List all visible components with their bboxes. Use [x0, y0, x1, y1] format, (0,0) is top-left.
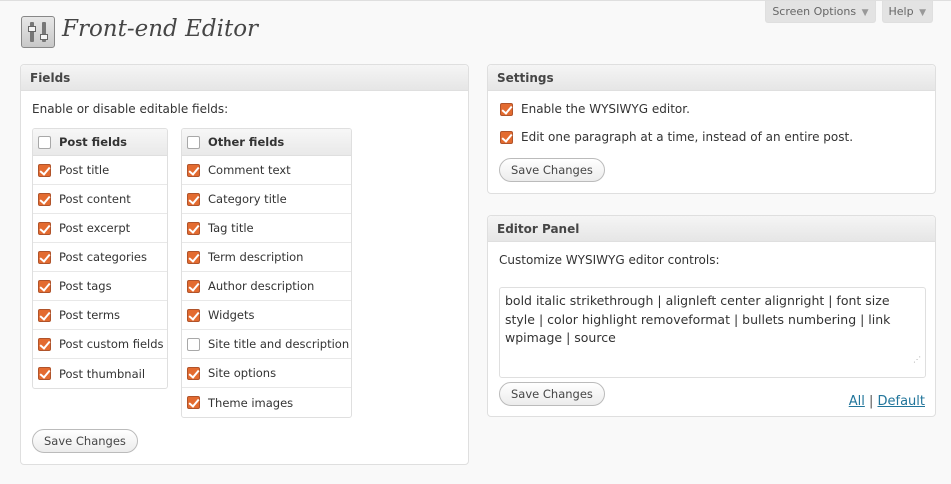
enable-wysiwyg-checkbox[interactable]: [500, 102, 513, 116]
field-label: Widgets: [208, 308, 255, 322]
links-separator: |: [868, 394, 874, 409]
all-link[interactable]: All: [849, 394, 865, 409]
settings-box: Settings Enable the WYSIWYG editor. Edit…: [487, 64, 936, 194]
post-fields-table: Post fields Post title Post content Post e…: [32, 128, 168, 389]
post-tags-checkbox[interactable]: [38, 279, 51, 293]
field-row-site-title-and-description[interactable]: Site title and description: [182, 330, 351, 359]
chevron-down-icon: ▼: [919, 8, 926, 18]
field-row-post-thumbnail[interactable]: Post thumbnail: [33, 359, 167, 388]
settings-sliders-icon: [21, 16, 55, 48]
other-fields-toggle-all-checkbox[interactable]: [187, 135, 200, 149]
theme-images-checkbox[interactable]: [187, 396, 200, 409]
chevron-down-icon: ▼: [861, 8, 869, 18]
editor-panel-intro: Customize WYSIWYG editor controls:: [499, 253, 720, 267]
field-row-post-excerpt[interactable]: Post excerpt: [33, 214, 167, 243]
field-row-post-title[interactable]: Post title: [33, 156, 167, 185]
setting-enable-wysiwyg[interactable]: Enable the WYSIWYG editor.: [500, 102, 690, 116]
field-label: Tag title: [208, 221, 254, 235]
author-description-checkbox[interactable]: [187, 279, 200, 293]
field-row-comment-text[interactable]: Comment text: [182, 156, 351, 185]
category-title-checkbox[interactable]: [187, 192, 200, 206]
fields-box-title: Fields: [21, 65, 468, 91]
post-thumbnail-checkbox[interactable]: [38, 367, 51, 380]
post-content-checkbox[interactable]: [38, 192, 51, 206]
screen-options-tab[interactable]: Screen Options ▼: [765, 1, 876, 23]
preset-links: All | Default: [849, 394, 925, 409]
field-label: Post content: [59, 192, 131, 206]
fields-intro: Enable or disable editable fields:: [32, 102, 229, 116]
field-label: Post custom fields: [59, 337, 164, 351]
field-label: Comment text: [208, 163, 291, 177]
other-fields-table: Other fields Comment text Category title T…: [181, 128, 352, 418]
help-tab[interactable]: Help ▼: [881, 1, 933, 23]
post-categories-checkbox[interactable]: [38, 250, 51, 264]
field-label: Post excerpt: [59, 221, 131, 235]
field-label: Post categories: [59, 250, 147, 264]
setting-edit-one-paragraph[interactable]: Edit one paragraph at a time, instead of…: [500, 130, 853, 144]
field-label: Author description: [208, 279, 315, 293]
site-title-and-description-checkbox[interactable]: [187, 337, 200, 351]
post-custom-fields-checkbox[interactable]: [38, 337, 51, 351]
other-fields-header: Other fields: [182, 129, 351, 156]
field-row-site-options[interactable]: Site options: [182, 359, 351, 388]
field-row-category-title[interactable]: Category title: [182, 185, 351, 214]
editor-panel-title: Editor Panel: [488, 216, 935, 242]
field-row-post-custom-fields[interactable]: Post custom fields: [33, 330, 167, 359]
field-label: Post thumbnail: [59, 366, 146, 381]
editor-panel-box: Editor Panel Customize WYSIWYG editor co…: [487, 215, 936, 417]
screen-options-label: Screen Options: [772, 5, 857, 18]
edit-one-paragraph-checkbox[interactable]: [500, 130, 513, 144]
edit-one-paragraph-label: Edit one paragraph at a time, instead of…: [521, 130, 854, 144]
fields-save-button[interactable]: Save Changes: [32, 429, 138, 453]
field-row-author-description[interactable]: Author description: [182, 272, 351, 301]
field-row-post-terms[interactable]: Post terms: [33, 301, 167, 330]
post-excerpt-checkbox[interactable]: [38, 221, 51, 235]
field-label: Site options: [208, 366, 277, 380]
help-label: Help: [888, 5, 914, 18]
field-row-widgets[interactable]: Widgets: [182, 301, 351, 330]
field-label: Post title: [59, 163, 110, 177]
field-row-post-categories[interactable]: Post categories: [33, 243, 167, 272]
field-label: Term description: [208, 250, 304, 264]
comment-text-checkbox[interactable]: [187, 163, 200, 177]
field-label: Site title and description: [208, 337, 350, 351]
field-row-tag-title[interactable]: Tag title: [182, 214, 351, 243]
page-title: Front-end Editor: [62, 16, 259, 42]
editor-panel-save-button[interactable]: Save Changes: [499, 382, 605, 406]
field-row-term-description[interactable]: Term description: [182, 243, 351, 272]
editor-controls-textarea[interactable]: bold italic strikethrough | alignleft ce…: [499, 287, 926, 378]
default-link[interactable]: Default: [878, 394, 926, 409]
tag-title-checkbox[interactable]: [187, 221, 200, 235]
other-fields-header-label: Other fields: [208, 135, 285, 149]
settings-box-title: Settings: [488, 65, 935, 91]
post-terms-checkbox[interactable]: [38, 308, 51, 322]
post-fields-toggle-all-checkbox[interactable]: [38, 135, 51, 149]
field-row-theme-images[interactable]: Theme images: [182, 388, 351, 417]
term-description-checkbox[interactable]: [187, 250, 200, 264]
post-fields-header-label: Post fields: [59, 135, 128, 149]
post-fields-header: Post fields: [33, 129, 167, 156]
screen-meta-links: Screen Options ▼ Help ▼: [765, 1, 933, 23]
enable-wysiwyg-label: Enable the WYSIWYG editor.: [521, 102, 690, 116]
widgets-checkbox[interactable]: [187, 308, 200, 322]
field-label: Category title: [208, 192, 287, 206]
post-title-checkbox[interactable]: [38, 163, 51, 177]
field-row-post-tags[interactable]: Post tags: [33, 272, 167, 301]
fields-box: Fields Enable or disable editable fields…: [20, 64, 469, 465]
settings-save-button[interactable]: Save Changes: [499, 158, 605, 182]
field-label: Theme images: [208, 395, 294, 410]
site-options-checkbox[interactable]: [187, 366, 200, 380]
field-label: Post tags: [59, 279, 112, 293]
field-row-post-content[interactable]: Post content: [33, 185, 167, 214]
field-label: Post terms: [59, 308, 121, 322]
resize-grip-icon[interactable]: ⋰: [913, 355, 921, 364]
